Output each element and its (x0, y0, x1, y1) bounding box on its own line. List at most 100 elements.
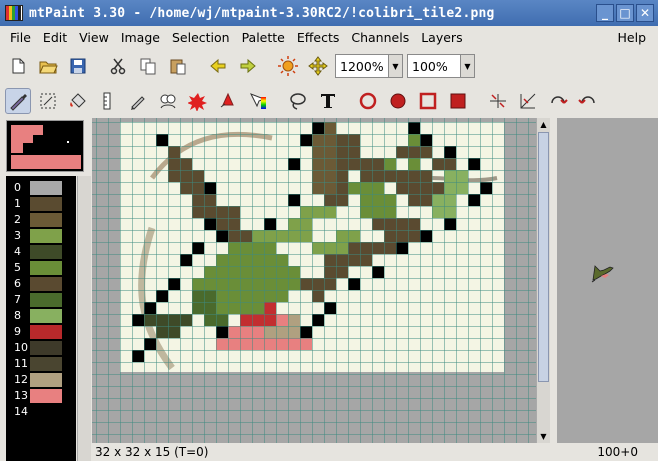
color-swatch-preview[interactable] (6, 120, 84, 172)
new-file-icon[interactable] (5, 53, 31, 79)
opacity-select[interactable]: 100% ▼ (407, 54, 475, 78)
palette-entry[interactable]: 10 (6, 340, 76, 356)
text-icon[interactable] (315, 88, 341, 114)
line-icon[interactable] (95, 88, 121, 114)
zoom-select[interactable]: 1200% ▼ (335, 54, 403, 78)
menu-file[interactable]: File (4, 30, 37, 45)
flood-fill-icon[interactable] (65, 88, 91, 114)
menu-effects[interactable]: Effects (291, 30, 346, 45)
palette-color (30, 261, 62, 275)
palette-color (30, 245, 62, 259)
scroll-up-icon[interactable]: ▲ (537, 118, 550, 131)
flip-horizontal-icon[interactable] (515, 88, 541, 114)
minimize-button[interactable]: _ (596, 4, 614, 22)
cut-icon[interactable] (105, 53, 131, 79)
sun-brightness-icon[interactable] (275, 53, 301, 79)
palette-color (30, 389, 62, 403)
palette-color (30, 373, 62, 387)
rotate-clockwise-icon[interactable] (545, 88, 571, 114)
palette-entry[interactable]: 7 (6, 292, 76, 308)
palette-entry[interactable]: 13 (6, 388, 76, 404)
window-controls: _ □ ✕ (596, 4, 654, 22)
close-button[interactable]: ✕ (636, 4, 654, 22)
palette-color (30, 293, 62, 307)
save-icon[interactable] (65, 53, 91, 79)
chevron-down-icon[interactable]: ▼ (388, 55, 402, 77)
menu-layers[interactable]: Layers (415, 30, 468, 45)
canvas-vertical-scrollbar[interactable]: ▲ ▼ (536, 118, 550, 443)
rectangle-filled-icon[interactable] (445, 88, 471, 114)
palette-entry[interactable]: 9 (6, 324, 76, 340)
zoom-value: 1200% (340, 58, 384, 74)
redo-arrow-icon[interactable] (235, 53, 261, 79)
menu-help[interactable]: Help (612, 30, 653, 45)
palette-entry[interactable]: 11 (6, 356, 76, 372)
title-bar: mtPaint 3.30 - /home/wj/mtpaint-3.30RC2/… (0, 0, 658, 26)
main-toolbar: 1200% ▼ 100% ▼ (0, 49, 658, 83)
palette-entry[interactable]: 5 (6, 260, 76, 276)
status-bar: 32 x 32 x 15 (T=0) 100+0 (0, 443, 658, 461)
palette-entry[interactable]: 14 (6, 404, 76, 420)
paint-brush-icon[interactable] (5, 88, 31, 114)
palette-entry[interactable]: 3 (6, 228, 76, 244)
pan-move-icon[interactable] (305, 53, 331, 79)
open-folder-icon[interactable] (35, 53, 61, 79)
palette-color (30, 309, 62, 323)
app-icon (5, 5, 23, 21)
scroll-down-icon[interactable]: ▼ (537, 430, 550, 443)
shuffle-icon[interactable] (35, 88, 61, 114)
gradient-icon[interactable] (245, 88, 271, 114)
menu-channels[interactable]: Channels (345, 30, 415, 45)
image-info: 32 x 32 x 15 (T=0) (95, 445, 209, 459)
clone-icon[interactable] (155, 88, 181, 114)
palette-list[interactable]: 0 1 2 3 4 5 6 7 8 9 10 11 12 13 14 (6, 176, 76, 461)
canvas-viewport[interactable] (92, 118, 536, 443)
palette-entry[interactable]: 12 (6, 372, 76, 388)
opacity-value: 100% (412, 58, 448, 74)
smudge-icon[interactable] (125, 88, 151, 114)
palette-color (30, 341, 62, 355)
menu-bar: File Edit View Image Selection Palette E… (0, 26, 658, 48)
palette-color (30, 405, 62, 419)
palette-entry[interactable]: 1 (6, 196, 76, 212)
rectangle-outline-icon[interactable] (415, 88, 441, 114)
menu-edit[interactable]: Edit (37, 30, 73, 45)
lasso-icon[interactable] (285, 88, 311, 114)
polygon-icon[interactable] (215, 88, 241, 114)
bird-thumbnail (591, 265, 614, 283)
paste-icon[interactable] (165, 53, 191, 79)
view-window (554, 118, 658, 443)
ellipse-filled-icon[interactable] (385, 88, 411, 114)
palette-color (30, 229, 62, 243)
ellipse-outline-icon[interactable] (355, 88, 381, 114)
palette-color (30, 213, 62, 227)
flip-vertical-icon[interactable] (485, 88, 511, 114)
palette-color (30, 277, 62, 291)
palette-scrollbar[interactable] (77, 176, 91, 461)
tools-toolbar (0, 84, 658, 118)
palette-entry[interactable]: 4 (6, 244, 76, 260)
menu-view[interactable]: View (73, 30, 115, 45)
palette-color (30, 325, 62, 339)
rotate-anticlockwise-icon[interactable] (575, 88, 601, 114)
palette-entry[interactable]: 6 (6, 276, 76, 292)
window-title: mtPaint 3.30 - /home/wj/mtpaint-3.30RC2/… (29, 5, 495, 21)
splat-icon[interactable] (185, 88, 211, 114)
menu-selection[interactable]: Selection (166, 30, 236, 45)
palette-entry[interactable]: 8 (6, 308, 76, 324)
copy-icon[interactable] (135, 53, 161, 79)
cursor-coords: 100+0 (597, 445, 638, 459)
palette-entry[interactable]: 2 (6, 212, 76, 228)
palette-color (30, 357, 62, 371)
palette-color (30, 181, 62, 195)
scroll-thumb[interactable] (538, 132, 549, 382)
menu-palette[interactable]: Palette (236, 30, 291, 45)
palette-entry[interactable]: 0 (6, 180, 76, 196)
palette-color (30, 197, 62, 211)
chevron-down-icon[interactable]: ▼ (460, 55, 474, 77)
maximize-button[interactable]: □ (616, 4, 634, 22)
menu-image[interactable]: Image (115, 30, 166, 45)
palette-panel: 0 1 2 3 4 5 6 7 8 9 10 11 12 13 14 (0, 118, 92, 461)
pixel-canvas[interactable] (92, 118, 536, 443)
undo-arrow-icon[interactable] (205, 53, 231, 79)
